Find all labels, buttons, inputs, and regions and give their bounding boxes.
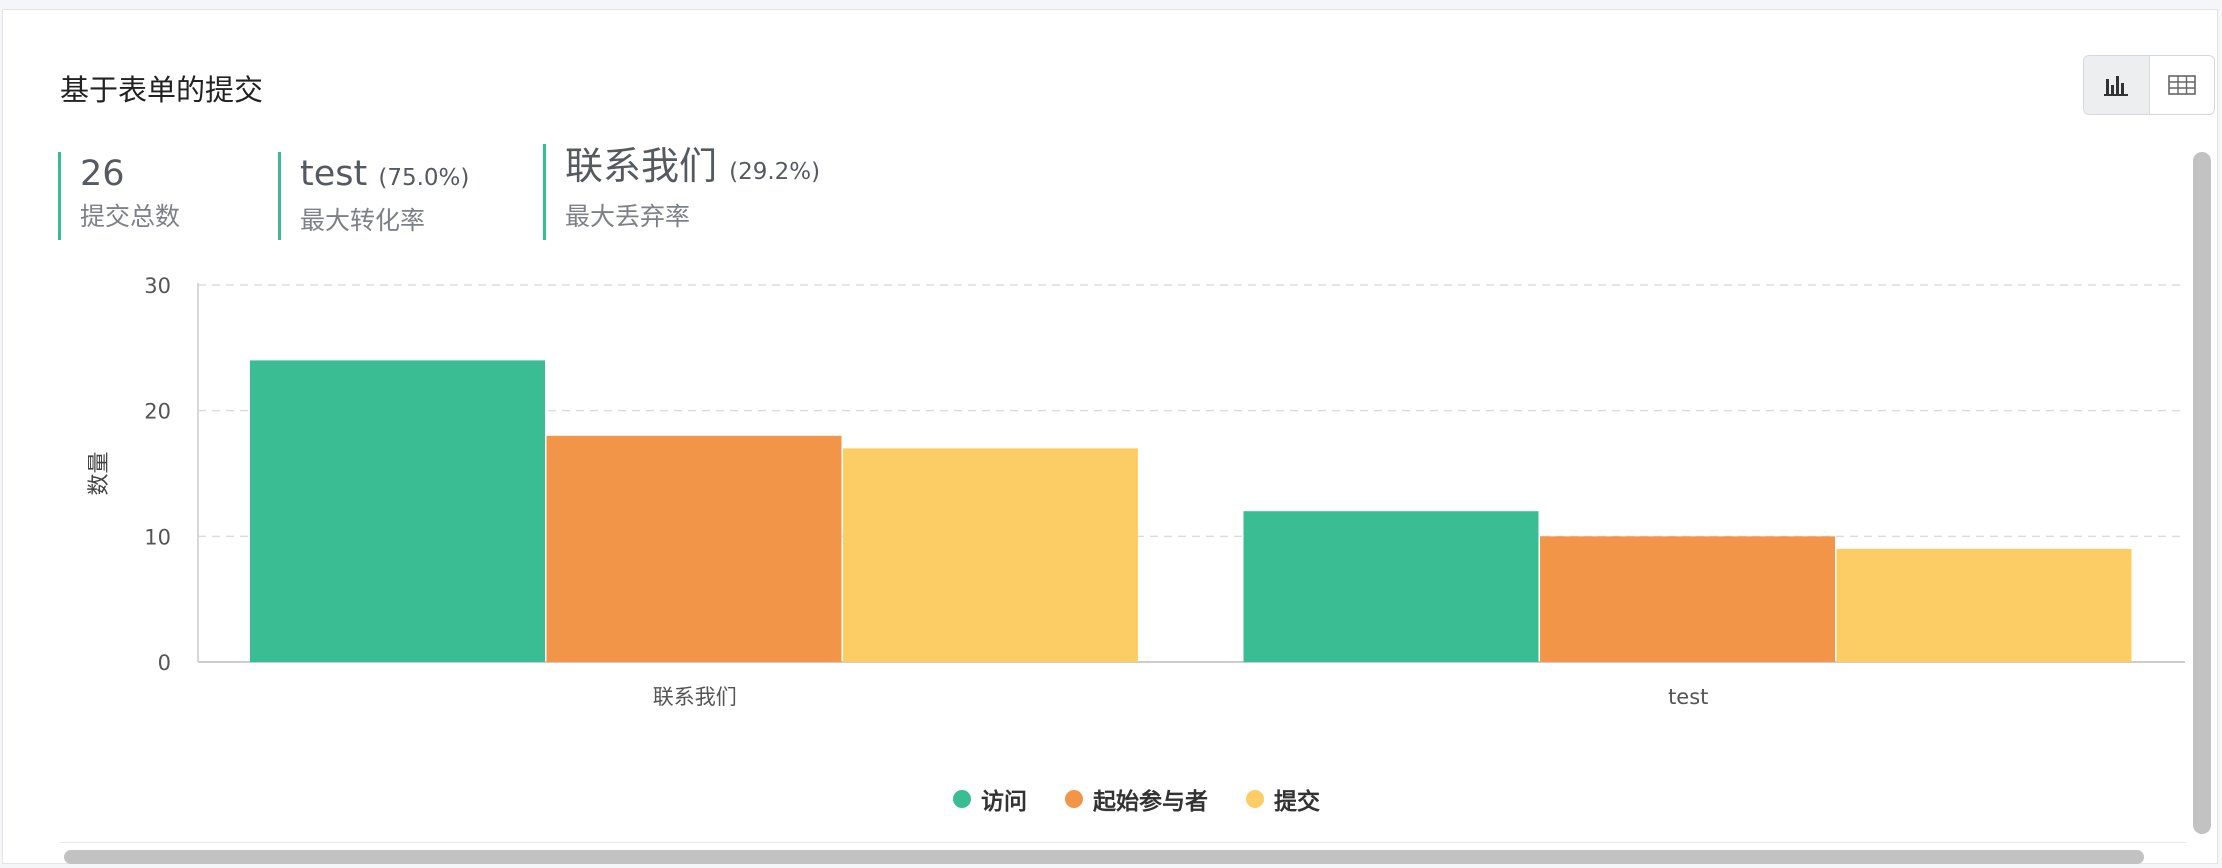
chart-legend: 访问 起始参与者 提交 — [953, 782, 1358, 816]
x-tick-label: 联系我们 — [653, 685, 737, 709]
form-submissions-panel: 基于表单的提交 26 提交总数 test (75.0%) 最大转化率 联系我们 … — [2, 9, 2218, 864]
legend-label: 访问 — [981, 789, 1027, 815]
vertical-scrollbar[interactable] — [2189, 144, 2217, 844]
legend-label: 起始参与者 — [1093, 789, 1208, 815]
legend-item-start[interactable]: 起始参与者 — [1065, 782, 1208, 816]
legend-item-submit[interactable]: 提交 — [1246, 782, 1320, 816]
legend-item-visit[interactable]: 访问 — [953, 782, 1027, 816]
bar-1-2 — [1243, 511, 1539, 662]
bar-chart: 0 10 20 30 数量联系我们 test — [87, 274, 2185, 709]
horizontal-scrollbar-thumb[interactable] — [64, 850, 2144, 864]
bar-1-1 — [250, 360, 545, 662]
bar-3-2 — [1836, 548, 2132, 662]
legend-label: 提交 — [1274, 789, 1320, 815]
bar-3-1 — [843, 448, 1138, 662]
bar-2-2 — [1540, 536, 1835, 662]
legend-swatch — [1065, 790, 1083, 808]
y-tick-label: 20 — [144, 400, 171, 424]
y-tick-label: 0 — [158, 651, 171, 675]
bar-2-1 — [546, 435, 842, 662]
vertical-scrollbar-thumb[interactable] — [2193, 152, 2211, 834]
y-tick-label: 30 — [144, 274, 171, 298]
legend-swatch — [1246, 790, 1264, 808]
horizontal-scrollbar[interactable] — [60, 842, 2186, 868]
x-tick-label: test — [1668, 685, 1708, 709]
y-axis-label: 数量 — [87, 451, 112, 495]
legend-swatch — [953, 790, 971, 808]
y-tick-label: 10 — [144, 525, 171, 549]
